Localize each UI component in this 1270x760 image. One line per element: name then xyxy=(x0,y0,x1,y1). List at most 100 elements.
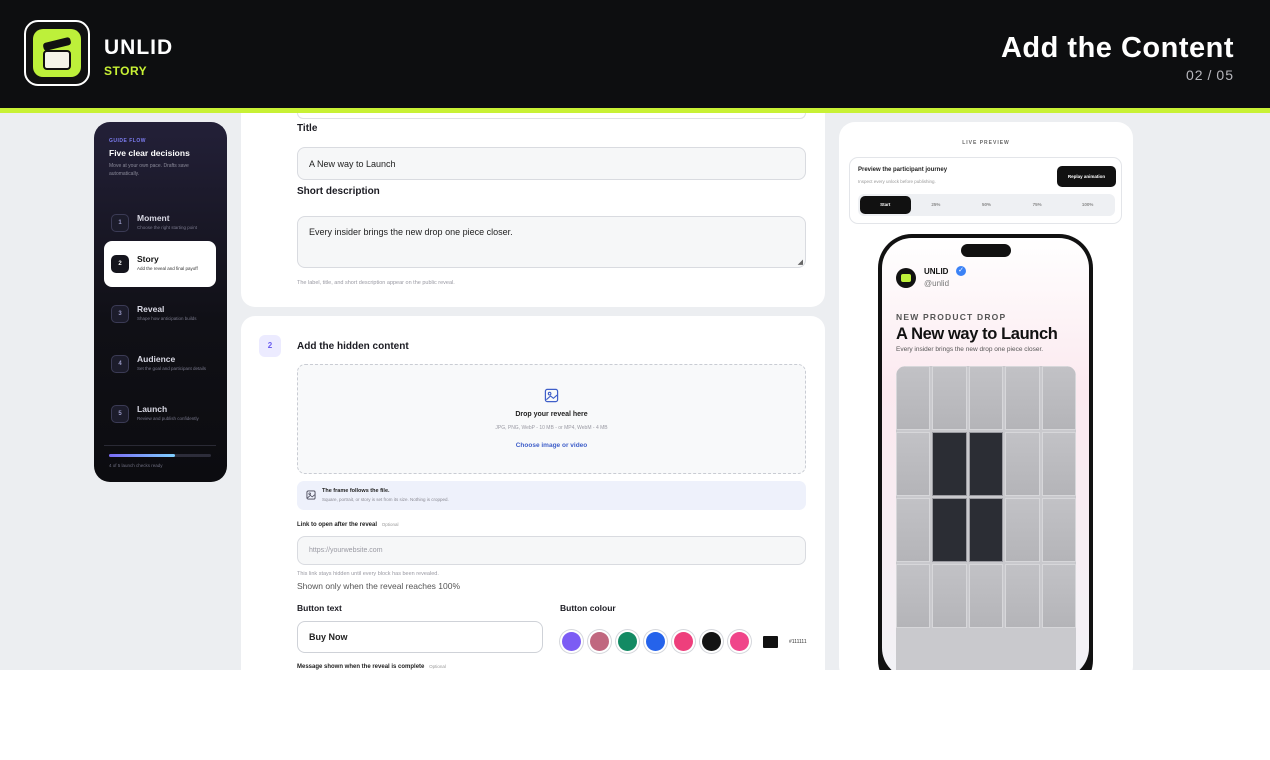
button-colour-label: Button colour xyxy=(560,603,616,613)
sidebar-heading: Five clear decisions xyxy=(109,148,190,158)
progress-tab[interactable]: 75% xyxy=(1012,196,1063,214)
phone-screen: UNLID ✓ @unlid NEW PRODUCT DROP A New wa… xyxy=(882,238,1089,670)
guide-sidebar: GUIDE FLOW Five clear decisions Move at … xyxy=(94,122,227,482)
reveal-block xyxy=(1041,432,1076,496)
step-description: Choose the right starting point xyxy=(137,225,198,230)
step-label: Moment xyxy=(137,213,170,223)
link-helper: This link stays hidden until every block… xyxy=(297,571,439,577)
reveal-block xyxy=(1005,366,1040,430)
journey-title: Preview the participant journey xyxy=(858,167,948,173)
reveal-block xyxy=(932,366,967,430)
journey-panel: Preview the participant journey Inspect … xyxy=(849,157,1122,224)
brand-subtitle: STORY xyxy=(104,64,148,78)
link-note: Shown only when the reveal reaches 100% xyxy=(297,581,461,591)
progress-tab[interactable]: Start xyxy=(860,196,911,214)
link-placeholder: https://yourwebsite.com xyxy=(309,547,383,554)
colour-swatch[interactable] xyxy=(674,632,693,651)
title-input[interactable]: A New way to Launch xyxy=(297,147,806,180)
link-label-text: Link to open after the reveal xyxy=(297,522,378,528)
link-label: Link to open after the reveal Optional xyxy=(297,522,398,528)
step-label: Reveal xyxy=(137,304,165,314)
colour-swatch[interactable] xyxy=(646,632,665,651)
journey-subtitle: Inspect every unlock before publishing. xyxy=(858,179,936,184)
dropzone-title: Drop your reveal here xyxy=(515,411,588,418)
message-label-text: Message shown when the reveal is complet… xyxy=(297,664,425,670)
sidebar-subtext: Move at your own pace. Drafts save autom… xyxy=(109,163,189,177)
drop-kicker: NEW PRODUCT DROP xyxy=(896,312,1007,322)
replay-animation-button[interactable]: Replay animation xyxy=(1057,166,1116,187)
title-label: Title xyxy=(297,123,318,134)
progress-tab[interactable]: 50% xyxy=(961,196,1012,214)
account-name: UNLID xyxy=(924,267,949,276)
optional-tag: Optional xyxy=(381,522,399,527)
brand-logo xyxy=(24,20,90,86)
top-bar: UNLID STORY Add the Content 02/05 xyxy=(0,0,1270,108)
preview-eyebrow: LIVE PREVIEW xyxy=(962,140,1010,146)
step-number: 4 xyxy=(111,355,129,373)
colour-swatch[interactable] xyxy=(730,632,749,651)
reveal-block xyxy=(932,564,967,628)
custom-colour-preview[interactable] xyxy=(763,636,778,648)
description-textarea[interactable]: Every insider brings the new drop one pi… xyxy=(297,216,806,268)
colour-swatch[interactable] xyxy=(618,632,637,651)
step-label: Story xyxy=(137,254,159,264)
info-text: Square, portrait, or story is set from i… xyxy=(322,497,449,502)
choose-file-link[interactable]: Choose image or video xyxy=(298,442,805,449)
frame-info-banner: The frame follows the file. Square, port… xyxy=(297,481,806,510)
step-reveal[interactable]: 3 Reveal Shape how anticipation builds xyxy=(104,291,216,337)
reveal-block xyxy=(1005,432,1040,496)
reveal-block xyxy=(1041,564,1076,628)
button-text-input[interactable]: Buy Now xyxy=(297,621,543,653)
info-title: The frame follows the file. xyxy=(322,488,390,494)
progress-tab[interactable]: 25% xyxy=(911,196,962,214)
step-audience[interactable]: 4 Audience Set the goal and participant … xyxy=(104,341,216,387)
colour-hex-value: #111111 xyxy=(789,639,807,645)
revealed-block xyxy=(968,498,1004,562)
reveal-block xyxy=(896,564,931,628)
page-separator: / xyxy=(1207,67,1213,83)
step-story[interactable]: 2 Story Add the reveal and final payoff xyxy=(104,241,216,287)
step-label: Audience xyxy=(137,354,176,364)
step-number: 5 xyxy=(111,405,129,423)
reveal-block xyxy=(896,432,931,496)
step-label: Launch xyxy=(137,404,168,414)
reveal-block xyxy=(968,564,1004,628)
progress-tabs: Start 25% 50% 75% 100% xyxy=(858,194,1115,216)
page-current: 02 xyxy=(1185,67,1204,83)
revealed-block xyxy=(932,432,967,496)
image-icon xyxy=(306,490,316,500)
colour-swatch[interactable] xyxy=(702,632,721,651)
step-number: 2 xyxy=(111,255,129,273)
story-details-card xyxy=(241,113,825,307)
revealed-block xyxy=(932,498,967,562)
progress-tab[interactable]: 100% xyxy=(1062,196,1113,214)
verified-badge-icon: ✓ xyxy=(956,266,966,276)
resize-handle-icon[interactable]: ◢ xyxy=(798,258,803,266)
dropzone-formats: JPG, PNG, WebP - 10 MB - or MP4, WebM - … xyxy=(495,425,608,431)
phone-mockup: UNLID ✓ @unlid NEW PRODUCT DROP A New wa… xyxy=(878,234,1093,670)
screenshot-area: GUIDE FLOW Five clear decisions Move at … xyxy=(0,113,1270,670)
step-description: Review and publish confidently xyxy=(137,416,199,421)
account-avatar xyxy=(896,268,916,288)
link-input[interactable]: https://yourwebsite.com xyxy=(297,536,806,565)
page-total: 05 xyxy=(1216,67,1234,83)
description-helper: The label, title, and short description … xyxy=(297,280,455,286)
step-description: Set the goal and participant details xyxy=(137,366,207,371)
step-moment[interactable]: 1 Moment Choose the right starting point xyxy=(104,200,216,246)
launch-progress-fill xyxy=(109,454,176,457)
progress-caption: 4 of 5 launch checks ready xyxy=(109,463,163,468)
colour-swatch[interactable] xyxy=(562,632,581,651)
step-number: 3 xyxy=(111,305,129,323)
description-text: Every insider brings the new drop one pi… xyxy=(309,227,513,237)
page-counter: 02/05 xyxy=(1186,67,1234,83)
page-title: Add the Content xyxy=(1000,32,1234,64)
optional-tag: Optional xyxy=(429,664,446,669)
brand-name: UNLID xyxy=(104,36,174,59)
step-description: Add the reveal and final payoff xyxy=(137,266,198,271)
box-lid-icon xyxy=(33,29,81,77)
reveal-dropzone[interactable]: Drop your reveal here JPG, PNG, WebP - 1… xyxy=(297,364,806,474)
colour-swatch[interactable] xyxy=(590,632,609,651)
reveal-block xyxy=(896,498,931,562)
step-launch[interactable]: 5 Launch Review and publish confidently xyxy=(104,391,216,437)
image-icon xyxy=(544,388,559,403)
